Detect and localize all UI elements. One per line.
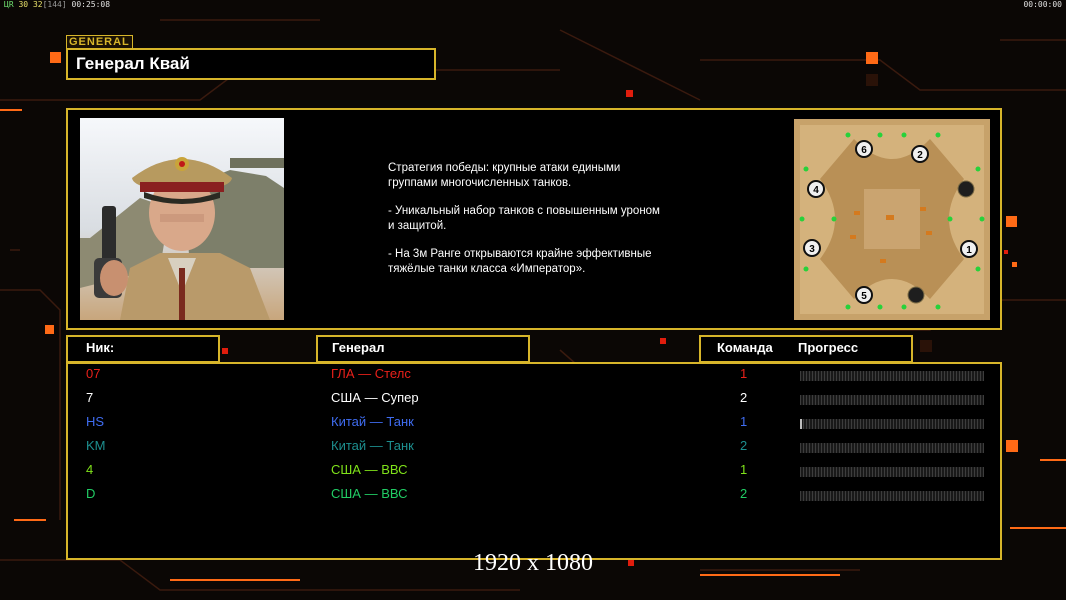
player-general: Китай — Танк [331, 414, 414, 429]
player-team: 1 [740, 414, 748, 429]
description-line: - Уникальный набор танков с повышенным у… [388, 205, 660, 232]
player-team: 2 [740, 438, 748, 453]
section-tag: GENERAL [66, 35, 133, 49]
player-team: 2 [740, 390, 748, 405]
team-header-label: Команда [717, 340, 773, 355]
player-row: 07 ГЛА — Стелс 1 [0, 366, 1066, 386]
start-slot-2: 2 [917, 150, 923, 161]
description-line: Стратегия победы: крупные атаки едиными … [388, 162, 621, 189]
player-nick: 07 [86, 366, 101, 381]
player-team: 1 [740, 462, 748, 477]
player-general: США — ВВС [331, 486, 408, 501]
player-nick: 7 [86, 390, 94, 405]
load-progress-bar [800, 419, 984, 429]
player-nick: D [86, 486, 96, 501]
load-progress-fill [800, 419, 802, 429]
player-nick: KM [86, 438, 106, 453]
player-general: США — Супер [331, 390, 419, 405]
description-line: - На 3м Ранге открываются крайне эффекти… [388, 248, 652, 275]
team-progress-column-header: Команда Прогресс [699, 335, 913, 363]
player-team: 2 [740, 486, 748, 501]
general-column-header: Генерал [316, 335, 530, 363]
elapsed-time: 00:25:08 [71, 0, 111, 9]
general-title-box: Генерал Квай [66, 48, 436, 80]
nick-header-label: Ник: [86, 340, 115, 355]
player-row: HS Китай — Танк 1 [0, 414, 1066, 434]
load-progress-bar [800, 443, 984, 453]
player-team: 1 [740, 366, 748, 381]
start-slot-4: 4 [813, 185, 819, 196]
fps-value-c: [144] [42, 0, 67, 9]
player-row: 7 США — Супер 2 [0, 390, 1066, 410]
general-name: Генерал Квай [76, 54, 190, 73]
general-description: Стратегия победы: крупные атаки едиными … [388, 161, 748, 290]
load-progress-bar [800, 371, 984, 381]
player-nick: HS [86, 414, 105, 429]
map-preview: 1 2 3 4 5 6 [794, 119, 990, 320]
player-nick: 4 [86, 462, 94, 477]
start-slot-1: 1 [966, 245, 972, 256]
player-row: D США — ВВС 2 [0, 486, 1066, 506]
load-progress-bar [800, 467, 984, 477]
fps-counter: ЦR 30 32[144] 00:25:08 [4, 0, 110, 9]
resolution-label: 1920 x 1080 [473, 550, 593, 576]
progress-header-label: Прогресс [798, 340, 859, 355]
general-portrait-image [80, 118, 284, 320]
game-clock: 00:00:00 [1023, 0, 1062, 9]
load-progress-bar [800, 491, 984, 501]
start-slot-3: 3 [809, 244, 815, 255]
fps-value-b: 32 [32, 0, 43, 9]
player-general: Китай — Танк [331, 438, 414, 453]
fps-value-a: 30 [18, 0, 29, 9]
player-row: 4 США — ВВС 1 [0, 462, 1066, 482]
player-row: KM Китай — Танк 2 [0, 438, 1066, 458]
start-slot-6: 6 [861, 145, 867, 156]
nick-column-header: Ник: [66, 335, 220, 363]
fps-prefix: ЦR [4, 0, 14, 9]
player-general: США — ВВС [331, 462, 408, 477]
load-progress-bar [800, 395, 984, 405]
general-header-label: Генерал [332, 340, 385, 355]
start-slot-5: 5 [861, 291, 867, 302]
player-general: ГЛА — Стелс [331, 366, 411, 381]
